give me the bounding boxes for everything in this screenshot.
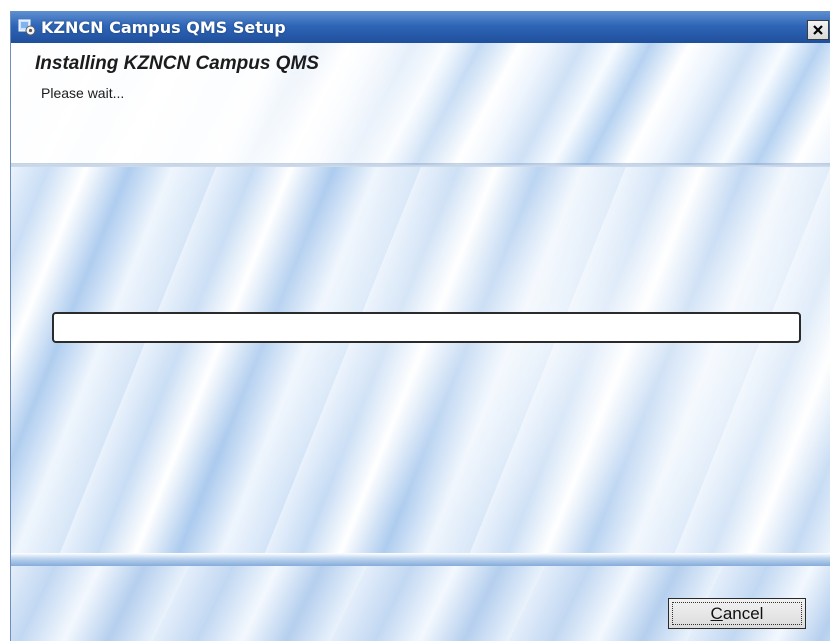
footer-divider (11, 553, 830, 567)
cancel-button[interactable]: Cancel (668, 598, 806, 629)
install-subtitle: Please wait... (41, 85, 125, 101)
title-bar[interactable]: KZNCN Campus QMS Setup (11, 11, 830, 43)
install-title: Installing KZNCN Campus QMS (35, 53, 319, 74)
close-icon (813, 25, 823, 35)
installer-icon (18, 19, 36, 36)
window-title: KZNCN Campus QMS Setup (41, 18, 286, 37)
cancel-mnemonic: C (710, 603, 723, 623)
progress-bar (52, 312, 801, 343)
cancel-label: ancel (722, 603, 764, 623)
close-button[interactable] (807, 20, 829, 40)
main-panel-highlight (11, 167, 830, 565)
setup-window: KZNCN Campus QMS Setup Installing KZNCN … (10, 11, 830, 641)
